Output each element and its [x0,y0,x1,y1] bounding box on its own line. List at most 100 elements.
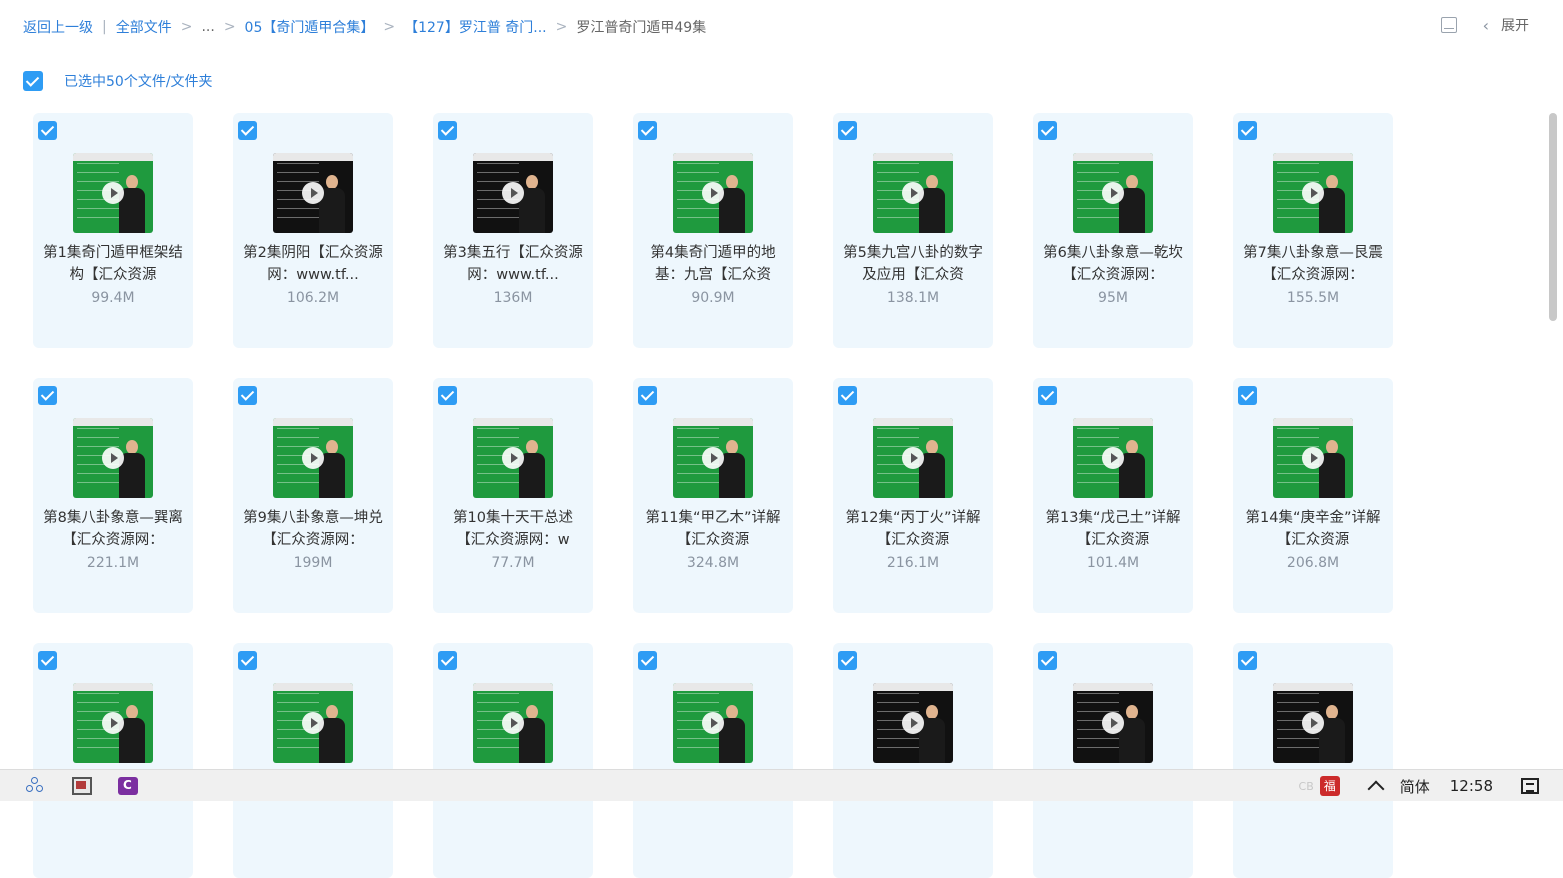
file-card[interactable]: 第1集奇门遁甲框架结构【汇众资源 99.4M [33,113,193,348]
play-icon[interactable] [1302,712,1324,734]
play-icon[interactable] [702,447,724,469]
chevron-up-icon[interactable] [1367,780,1385,798]
video-thumbnail[interactable] [1273,683,1353,763]
document-icon[interactable] [1440,17,1457,33]
play-icon[interactable] [502,447,524,469]
play-icon[interactable] [1102,182,1124,204]
back-link[interactable]: 返回上一级 [23,17,93,37]
file-title[interactable]: 第10集十天干总述【汇众资源网：w [441,507,585,551]
video-thumbnail[interactable] [1273,153,1353,233]
window-app-icon[interactable] [72,777,92,795]
file-checkbox[interactable] [1038,651,1057,670]
file-checkbox[interactable] [838,121,857,140]
video-thumbnail[interactable] [273,683,353,763]
file-card[interactable] [1233,643,1393,878]
file-checkbox[interactable] [38,121,57,140]
file-title[interactable]: 第13集“戊己土”详解【汇众资源 [1041,507,1185,551]
file-checkbox[interactable] [1038,386,1057,405]
file-title[interactable]: 第11集“甲乙木”详解【汇众资源 [641,507,785,551]
app-launcher-icon[interactable] [26,777,46,795]
purple-app-icon[interactable] [118,777,138,795]
play-icon[interactable] [1302,182,1324,204]
file-card[interactable]: 第8集八卦象意—巽离【汇众资源网： 221.1M [33,378,193,613]
video-thumbnail[interactable] [673,153,753,233]
file-card[interactable] [633,643,793,878]
file-checkbox[interactable] [838,386,857,405]
file-title[interactable]: 第14集“庚辛金”详解【汇众资源 [1241,507,1385,551]
play-icon[interactable] [1102,712,1124,734]
play-icon[interactable] [1102,447,1124,469]
file-card[interactable]: 第4集奇门遁甲的地基：九宫【汇众资 90.9M [633,113,793,348]
file-title[interactable]: 第3集五行【汇众资源网：www.tf... [441,242,585,286]
file-card[interactable] [833,643,993,878]
play-icon[interactable] [702,182,724,204]
select-all-checkbox[interactable] [23,71,43,91]
file-checkbox[interactable] [1238,121,1257,140]
video-thumbnail[interactable] [673,418,753,498]
file-card[interactable] [433,643,593,878]
play-icon[interactable] [502,182,524,204]
video-thumbnail[interactable] [473,153,553,233]
file-card[interactable]: 第10集十天干总述【汇众资源网：w 77.7M [433,378,593,613]
file-checkbox[interactable] [1038,121,1057,140]
file-title[interactable]: 第9集八卦象意—坤兑【汇众资源网： [241,507,385,551]
play-icon[interactable] [102,182,124,204]
video-thumbnail[interactable] [873,418,953,498]
file-checkbox[interactable] [238,386,257,405]
scrollbar[interactable] [1549,113,1557,321]
file-checkbox[interactable] [638,386,657,405]
file-card[interactable]: 第7集八卦象意—艮震【汇众资源网： 155.5M [1233,113,1393,348]
file-card[interactable]: 第12集“丙丁火”详解【汇众资源 216.1M [833,378,993,613]
breadcrumb-qimen-collection[interactable]: 05【奇门遁甲合集】 [245,17,375,37]
play-icon[interactable] [902,712,924,734]
breadcrumb-all-files[interactable]: 全部文件 [116,17,172,37]
file-checkbox[interactable] [238,651,257,670]
video-thumbnail[interactable] [873,153,953,233]
file-title[interactable]: 第4集奇门遁甲的地基：九宫【汇众资 [641,242,785,286]
breadcrumb-ellipsis[interactable]: ... [201,19,214,35]
video-thumbnail[interactable] [1073,153,1153,233]
video-thumbnail[interactable] [473,418,553,498]
play-icon[interactable] [502,712,524,734]
file-title[interactable]: 第7集八卦象意—艮震【汇众资源网： [1241,242,1385,286]
video-thumbnail[interactable] [1073,418,1153,498]
file-checkbox[interactable] [438,651,457,670]
video-thumbnail[interactable] [873,683,953,763]
file-title[interactable]: 第5集九宫八卦的数字及应用【汇众资 [841,242,985,286]
file-title[interactable]: 第6集八卦象意—乾坎【汇众资源网： [1041,242,1185,286]
file-card[interactable]: 第9集八卦象意—坤兑【汇众资源网： 199M [233,378,393,613]
file-checkbox[interactable] [638,121,657,140]
file-title[interactable]: 第2集阴阳【汇众资源网：www.tf... [241,242,385,286]
play-icon[interactable] [302,447,324,469]
play-icon[interactable] [102,712,124,734]
breadcrumb-luo-folder[interactable]: 【127】罗江普 奇门... [404,17,547,37]
video-thumbnail[interactable] [1073,683,1153,763]
expand-button[interactable]: 展开 [1501,15,1529,35]
play-icon[interactable] [902,447,924,469]
file-card[interactable] [33,643,193,878]
video-thumbnail[interactable] [473,683,553,763]
file-card[interactable]: 第14集“庚辛金”详解【汇众资源 206.8M [1233,378,1393,613]
video-thumbnail[interactable] [1273,418,1353,498]
play-icon[interactable] [902,182,924,204]
notification-icon[interactable] [1521,778,1539,794]
file-checkbox[interactable] [1238,651,1257,670]
file-card[interactable]: 第6集八卦象意—乾坎【汇众资源网： 95M [1033,113,1193,348]
video-thumbnail[interactable] [73,153,153,233]
file-checkbox[interactable] [238,121,257,140]
ime-indicator[interactable]: 简体 [1400,776,1430,797]
video-thumbnail[interactable] [73,683,153,763]
chevron-left-icon[interactable]: ‹ [1483,16,1489,35]
file-title[interactable]: 第1集奇门遁甲框架结构【汇众资源 [41,242,185,286]
video-thumbnail[interactable] [673,683,753,763]
file-card[interactable]: 第3集五行【汇众资源网：www.tf... 136M [433,113,593,348]
file-checkbox[interactable] [1238,386,1257,405]
play-icon[interactable] [302,182,324,204]
file-card[interactable]: 第13集“戊己土”详解【汇众资源 101.4M [1033,378,1193,613]
play-icon[interactable] [702,712,724,734]
file-card[interactable] [233,643,393,878]
play-icon[interactable] [1302,447,1324,469]
video-thumbnail[interactable] [73,418,153,498]
red-stamp-icon[interactable]: 福 [1319,776,1340,796]
file-title[interactable]: 第12集“丙丁火”详解【汇众资源 [841,507,985,551]
